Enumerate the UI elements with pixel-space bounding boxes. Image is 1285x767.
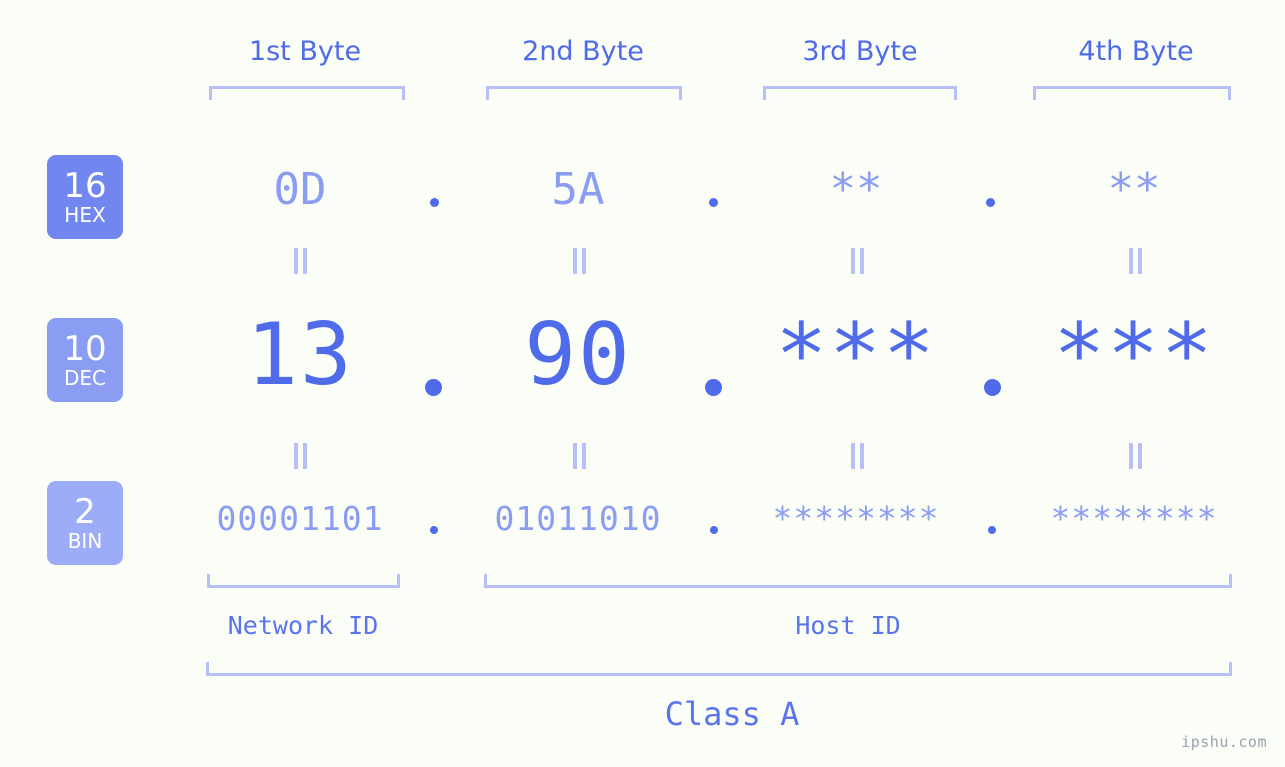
byte-bracket-2 <box>486 86 682 100</box>
radix-badge-bin-number: 2 <box>74 491 96 532</box>
dec-byte-1: 13 <box>246 305 354 405</box>
dec-byte-2: 90 <box>524 305 632 405</box>
byte-header-1: 1st Byte <box>248 36 362 67</box>
radix-badge-dec-number: 10 <box>63 328 107 369</box>
ip-address-breakdown-diagram: 1st Byte 2nd Byte 3rd Byte 4th Byte 16 H… <box>0 0 1285 767</box>
equals-separator-hex-dec-2 <box>573 248 587 274</box>
class-label: Class A <box>664 695 800 733</box>
radix-badge-hex-label: HEX <box>64 202 106 227</box>
bin-byte-4: ******** <box>1050 499 1218 538</box>
equals-separator-dec-bin-2 <box>573 443 587 469</box>
radix-badge-hex-number: 16 <box>63 165 107 206</box>
dec-dot-3 <box>984 379 1001 396</box>
host-id-label: Host ID <box>795 611 901 640</box>
equals-separator-hex-dec-4 <box>1129 248 1143 274</box>
network-id-label: Network ID <box>227 611 379 640</box>
hex-byte-3: ** <box>829 164 883 215</box>
hex-byte-1: 0D <box>273 164 327 215</box>
hex-dot-3 <box>986 198 995 207</box>
equals-separator-dec-bin-3 <box>851 443 865 469</box>
dec-byte-4: *** <box>1053 305 1215 405</box>
hex-byte-4: ** <box>1107 164 1161 215</box>
hex-byte-2: 5A <box>551 164 605 215</box>
bin-dot-1 <box>430 526 438 534</box>
equals-separator-hex-dec-3 <box>851 248 865 274</box>
byte-header-2: 2nd Byte <box>522 36 644 67</box>
hex-dot-2 <box>709 198 718 207</box>
radix-badge-bin-label: BIN <box>67 528 103 553</box>
watermark: ipshu.com <box>1181 733 1267 751</box>
radix-badge-hex: 16 HEX <box>47 155 123 239</box>
bin-dot-2 <box>710 526 718 534</box>
radix-badge-dec: 10 DEC <box>47 318 123 402</box>
byte-bracket-4 <box>1033 86 1231 100</box>
byte-header-3: 3rd Byte <box>802 36 918 67</box>
host-id-bracket <box>484 574 1232 588</box>
bin-byte-3: ******** <box>772 499 940 538</box>
byte-header-4: 4th Byte <box>1078 36 1194 67</box>
bin-byte-2: 01011010 <box>494 499 662 538</box>
radix-badge-dec-label: DEC <box>63 365 106 390</box>
bin-byte-1: 00001101 <box>216 499 384 538</box>
dec-byte-3: *** <box>775 305 937 405</box>
dec-dot-2 <box>705 379 722 396</box>
dec-dot-1 <box>425 379 442 396</box>
class-bracket <box>206 662 1232 676</box>
byte-bracket-1 <box>209 86 405 100</box>
hex-dot-1 <box>430 198 439 207</box>
radix-badge-bin: 2 BIN <box>47 481 123 565</box>
network-id-bracket <box>207 574 400 588</box>
byte-bracket-3 <box>763 86 957 100</box>
equals-separator-dec-bin-4 <box>1129 443 1143 469</box>
equals-separator-dec-bin-1 <box>294 443 308 469</box>
bin-dot-3 <box>988 526 996 534</box>
equals-separator-hex-dec-1 <box>294 248 308 274</box>
